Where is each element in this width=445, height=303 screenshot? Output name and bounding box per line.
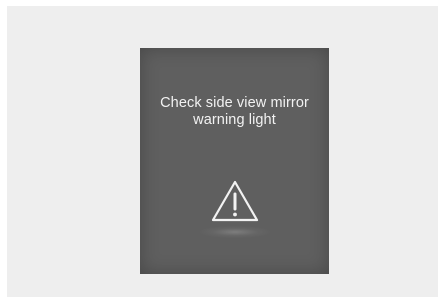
warning-message-line-1: Check side view mirror: [160, 95, 309, 111]
warning-message: Check side view mirror warning light: [140, 95, 329, 129]
icon-reflection-glow: [200, 226, 270, 238]
cluster-warning-screen: Check side view mirror warning light: [140, 48, 329, 274]
image-frame: Check side view mirror warning light: [7, 6, 438, 297]
warning-triangle-icon: [211, 180, 259, 222]
warning-message-line-2: warning light: [193, 112, 276, 128]
